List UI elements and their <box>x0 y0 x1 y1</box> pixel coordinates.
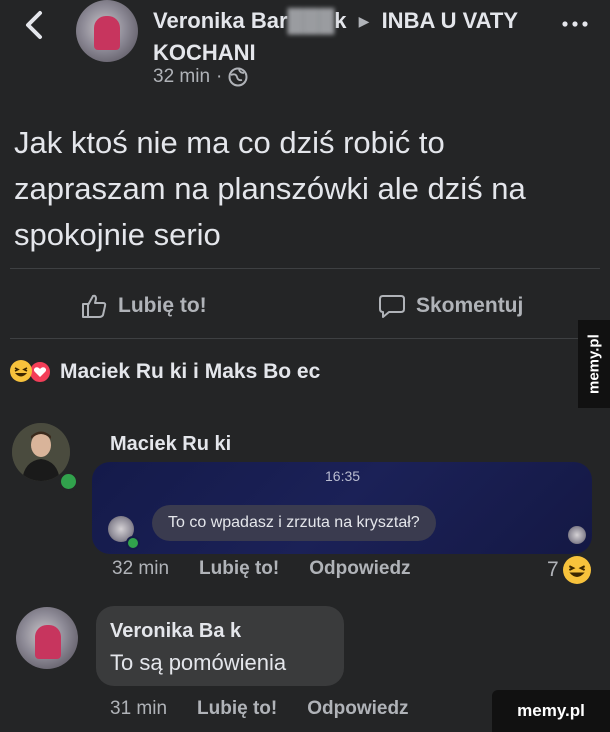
message-time: 16:35 <box>325 468 361 484</box>
comment-text: To są pomówienia <box>110 650 287 675</box>
meta-separator: · <box>216 66 223 87</box>
reactions-names: Maciek Ru ki i Maks Bo ec <box>60 360 321 383</box>
comment-like-button[interactable]: Lubię to! <box>199 558 279 580</box>
like-button[interactable]: Lubię to! <box>80 292 207 320</box>
comment-like-button[interactable]: Lubię to! <box>197 698 277 720</box>
like-label: Lubię to! <box>118 294 207 317</box>
chevron-left-icon[interactable] <box>20 8 50 42</box>
comment-author[interactable]: Maciek Ru ki <box>110 433 231 456</box>
comment-reply-button[interactable]: Odpowiedz <box>307 698 408 720</box>
comment-reaction-count: 7 <box>547 558 559 581</box>
message-online-indicator <box>126 536 140 550</box>
divider <box>10 268 600 269</box>
post-meta: 32 min · <box>153 66 248 88</box>
author-name-suffix: k <box>334 8 347 33</box>
comment-actions: 32 min Lubię to! Odpowiedz <box>112 558 411 580</box>
post-time[interactable]: 32 min <box>153 66 210 88</box>
author-avatar[interactable] <box>76 0 138 62</box>
laugh-emoji-icon <box>10 360 32 382</box>
comment-time[interactable]: 32 min <box>112 558 169 580</box>
comment-icon <box>379 295 405 318</box>
message-bubble: To co wpadasz i zrzuta na kryształ? <box>152 505 436 541</box>
more-horizontal-icon[interactable] <box>560 14 590 34</box>
globe-icon <box>228 67 248 87</box>
post-header-title[interactable]: Veronika Bar███k ▶ INBA U VATY KOCHANI <box>153 6 553 68</box>
comment-actions: 31 min Lubię to! Odpowiedz <box>110 698 409 720</box>
post-text: Jak ktoś nie ma co dziś robić to zaprasz… <box>14 125 526 252</box>
comment-time[interactable]: 31 min <box>110 698 167 720</box>
comment-author[interactable]: Veronika Ba k <box>110 620 241 643</box>
arrow-right-icon: ▶ <box>358 13 370 29</box>
comment-reactions[interactable]: 7 <box>547 556 591 584</box>
comment-label: Skomentuj <box>416 294 524 317</box>
seen-avatar <box>568 526 586 544</box>
author-name[interactable]: Veronika Bar <box>153 8 288 33</box>
side-watermark: memy.pl <box>578 320 610 408</box>
online-status-indicator <box>58 471 79 492</box>
divider <box>10 338 600 339</box>
laugh-emoji-icon <box>562 556 591 584</box>
comment-reply-button[interactable]: Odpowiedz <box>309 558 410 580</box>
thumbs-up-icon <box>82 294 107 318</box>
footer-watermark: memy.pl <box>492 690 610 732</box>
commenter-avatar[interactable] <box>16 607 78 669</box>
reactions-summary[interactable]: Maciek Ru ki i Maks Bo ec <box>10 360 320 384</box>
comment-button[interactable]: Skomentuj <box>378 292 523 320</box>
